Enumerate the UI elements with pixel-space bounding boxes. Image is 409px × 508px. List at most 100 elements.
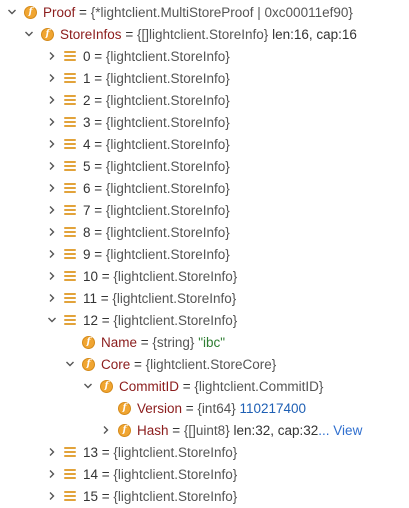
variable-name: Proof: [43, 4, 76, 20]
variable-type: {lightclient.CommitID}: [194, 378, 324, 394]
item-type: {lightclient.StoreInfo}: [105, 180, 230, 196]
chevron-right-icon[interactable]: [46, 463, 58, 485]
chevron-right-icon[interactable]: [46, 67, 58, 89]
item-index: 8: [83, 224, 91, 240]
chevron-down-icon[interactable]: [64, 353, 76, 375]
item-type: {lightclient.StoreInfo}: [112, 290, 237, 306]
string-value: "ibc": [198, 334, 226, 350]
variables-tree: f Proof = {*lightclient.MultiStoreProof …: [0, 0, 409, 508]
variable-type: {[]uint8}: [183, 422, 230, 438]
chevron-right-icon[interactable]: [46, 199, 58, 221]
item-type: {lightclient.StoreInfo}: [105, 158, 230, 174]
struct-icon: [64, 468, 76, 480]
tree-row-storeinfos[interactable]: f StoreInfos = {[]lightclient.StoreInfo}…: [23, 23, 357, 45]
item-type: {lightclient.StoreInfo}: [113, 488, 238, 504]
item-index: 0: [83, 48, 91, 64]
chevron-right-icon[interactable]: [46, 177, 58, 199]
tree-row-core-field[interactable]: f Core = {lightclient.StoreCore}: [64, 353, 276, 375]
chevron-down-icon[interactable]: [23, 23, 35, 45]
tree-row-item[interactable]: 5 = {lightclient.StoreInfo}: [46, 155, 230, 177]
item-type: {lightclient.StoreInfo}: [105, 246, 230, 262]
variable-type: {*lightclient.MultiStoreProof | 0xc00011…: [90, 4, 353, 20]
variable-type: {[]lightclient.StoreInfo}: [136, 26, 269, 42]
variable-name: Name: [101, 334, 138, 350]
tree-row-item[interactable]: 2 = {lightclient.StoreInfo}: [46, 89, 230, 111]
struct-icon: [64, 72, 76, 84]
chevron-right-icon[interactable]: [46, 287, 58, 309]
variable-meta: len:32, cap:32: [233, 422, 319, 438]
field-icon: f: [24, 5, 37, 19]
chevron-down-icon[interactable]: [6, 1, 18, 23]
chevron-right-icon[interactable]: [46, 133, 58, 155]
item-type: {lightclient.StoreInfo}: [105, 114, 230, 130]
variable-type: {string}: [152, 334, 195, 350]
chevron-right-icon[interactable]: [46, 221, 58, 243]
tree-row-item[interactable]: 10 = {lightclient.StoreInfo}: [46, 265, 237, 287]
item-type: {lightclient.StoreInfo}: [105, 224, 230, 240]
item-index: 2: [83, 92, 91, 108]
tree-row-item[interactable]: 7 = {lightclient.StoreInfo}: [46, 199, 230, 221]
struct-icon: [64, 50, 76, 62]
chevron-right-icon[interactable]: [46, 111, 58, 133]
struct-icon: [64, 270, 76, 282]
chevron-right-icon[interactable]: [46, 243, 58, 265]
variable-name: Version: [137, 400, 183, 416]
item-type: {lightclient.StoreInfo}: [105, 202, 230, 218]
item-index: 11: [83, 290, 98, 306]
tree-row-item[interactable]: 0 = {lightclient.StoreInfo}: [46, 45, 230, 67]
tree-row-item[interactable]: 6 = {lightclient.StoreInfo}: [46, 177, 230, 199]
tree-row-item[interactable]: 1 = {lightclient.StoreInfo}: [46, 67, 230, 89]
tree-row-proof[interactable]: f Proof = {*lightclient.MultiStoreProof …: [6, 1, 353, 23]
tree-row-item[interactable]: 15 = {lightclient.StoreInfo}: [46, 485, 237, 507]
tree-row-name-field[interactable]: f Name = {string} "ibc": [64, 331, 225, 353]
item-type: {lightclient.StoreInfo}: [113, 268, 238, 284]
variable-name: CommitID: [119, 378, 179, 394]
tree-row-item[interactable]: 9 = {lightclient.StoreInfo}: [46, 243, 230, 265]
struct-icon: [64, 490, 76, 502]
chevron-down-icon[interactable]: [82, 375, 94, 397]
item-type: {lightclient.StoreInfo}: [105, 92, 230, 108]
struct-icon: [64, 314, 76, 326]
chevron-right-icon[interactable]: [46, 89, 58, 111]
tree-row-item[interactable]: 13 = {lightclient.StoreInfo}: [46, 441, 237, 463]
tree-row-item[interactable]: 4 = {lightclient.StoreInfo}: [46, 133, 230, 155]
field-icon: f: [82, 335, 95, 349]
chevron-right-icon[interactable]: [46, 485, 58, 507]
item-index: 12: [83, 312, 99, 328]
item-index: 3: [83, 114, 91, 130]
struct-icon: [64, 94, 76, 106]
item-index: 9: [83, 246, 91, 262]
tree-row-item[interactable]: 8 = {lightclient.StoreInfo}: [46, 221, 230, 243]
chevron-right-icon[interactable]: [46, 265, 58, 287]
struct-icon: [64, 160, 76, 172]
item-type: {lightclient.StoreInfo}: [113, 466, 238, 482]
chevron-right-icon[interactable]: [46, 441, 58, 463]
variable-type: {lightclient.StoreCore}: [145, 356, 277, 372]
chevron-right-icon[interactable]: [46, 45, 58, 67]
tree-row-item[interactable]: 14 = {lightclient.StoreInfo}: [46, 463, 237, 485]
tree-row-commitid-field[interactable]: f CommitID = {lightclient.CommitID}: [82, 375, 323, 397]
item-type: {lightclient.StoreInfo}: [105, 48, 230, 64]
chevron-right-icon[interactable]: [100, 419, 112, 441]
chevron-right-icon[interactable]: [46, 155, 58, 177]
item-index: 7: [83, 202, 91, 218]
struct-icon: [64, 292, 76, 304]
item-type: {lightclient.StoreInfo}: [113, 312, 238, 328]
tree-row-item-12[interactable]: 12 = {lightclient.StoreInfo}: [46, 309, 237, 331]
chevron-down-icon[interactable]: [46, 309, 58, 331]
tree-row-item[interactable]: 3 = {lightclient.StoreInfo}: [46, 111, 230, 133]
equals-sign: =: [125, 26, 134, 42]
variable-name: Core: [101, 356, 131, 372]
struct-icon: [64, 204, 76, 216]
tree-row-item[interactable]: 11 = {lightclient.StoreInfo}: [46, 287, 236, 309]
view-link[interactable]: ... View: [318, 423, 362, 438]
tree-row-hash-field[interactable]: f Hash = {[]uint8} len:32, cap:32 ... Vi…: [100, 419, 362, 441]
item-index: 1: [83, 70, 91, 86]
equals-sign: =: [79, 4, 87, 20]
variable-name: Hash: [137, 422, 169, 438]
tree-row-version-field[interactable]: f Version = {int64} 110217400: [100, 397, 306, 419]
variable-type: {int64}: [197, 400, 236, 416]
item-index: 6: [83, 180, 91, 196]
item-type: {lightclient.StoreInfo}: [105, 70, 230, 86]
struct-icon: [64, 446, 76, 458]
